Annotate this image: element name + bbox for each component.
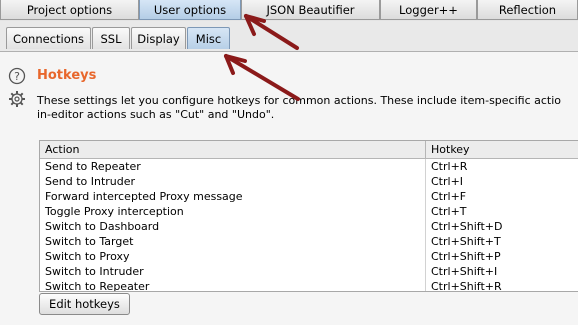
hotkey-cell: Ctrl+Shift+P	[431, 250, 501, 263]
subtab-display[interactable]: Display	[131, 27, 186, 49]
table-row[interactable]: Switch to Proxy Ctrl+Shift+P	[40, 249, 578, 264]
action-cell: Toggle Proxy interception	[40, 204, 426, 219]
action-cell: Switch to Intruder	[40, 264, 426, 279]
action-cell: Switch to Proxy	[40, 249, 426, 264]
tab-json-beautifier[interactable]: JSON Beautifier	[241, 0, 380, 20]
table-row[interactable]: Switch to Target Ctrl+Shift+T	[40, 234, 578, 249]
table-row[interactable]: Switch to Intruder Ctrl+Shift+I	[40, 264, 578, 279]
tab-label: JSON Beautifier	[266, 2, 355, 17]
hotkey-cell: Ctrl+F	[431, 190, 467, 203]
action-cell: Send to Intruder	[40, 174, 426, 189]
table-row[interactable]: Toggle Proxy interception Ctrl+T	[40, 204, 578, 219]
tab-label: Reflection	[498, 2, 557, 17]
help-circle-icon[interactable]: ?	[8, 67, 26, 85]
table-row[interactable]: Send to Repeater Ctrl+R	[40, 159, 578, 174]
svg-text:?: ?	[14, 70, 20, 83]
tab-user-options[interactable]: User options	[139, 0, 241, 20]
hotkey-cell: Ctrl+R	[431, 160, 468, 173]
table-header: Action Hotkey	[40, 141, 578, 159]
description-line: in-editor actions such as "Cut" and "Und…	[37, 108, 275, 121]
tab-logger-plus-plus[interactable]: Logger++	[380, 0, 477, 20]
section-title: Hotkeys	[37, 68, 97, 83]
tab-reflection[interactable]: Reflection	[477, 0, 578, 20]
hotkey-cell: Ctrl+T	[431, 205, 467, 218]
action-cell: Send to Repeater	[40, 159, 426, 174]
hotkeys-table[interactable]: Action Hotkey Send to Repeater Ctrl+R Sen…	[39, 140, 578, 292]
hotkey-cell: Ctrl+Shift+T	[431, 235, 501, 248]
subtab-label: Connections	[12, 31, 85, 46]
subtab-connections[interactable]: Connections	[6, 27, 91, 49]
action-cell: Switch to Dashboard	[40, 219, 426, 234]
column-header-action[interactable]: Action	[40, 141, 426, 158]
hotkey-cell: Ctrl+Shift+R	[431, 280, 502, 292]
section-description: These settings let you configure hotkeys…	[37, 94, 578, 122]
description-line: These settings let you configure hotkeys…	[37, 94, 562, 107]
subtab-ssl[interactable]: SSL	[92, 27, 130, 49]
table-row[interactable]: Switch to Dashboard Ctrl+Shift+D	[40, 219, 578, 234]
subtab-label: Misc	[195, 31, 222, 46]
subtab-label: Display	[137, 31, 180, 46]
action-cell: Switch to Repeater	[40, 279, 426, 291]
hotkey-cell: Ctrl+I	[431, 175, 464, 188]
misc-settings-panel: ? Hotkeys These settings let you configu…	[0, 52, 578, 325]
hotkey-cell: Ctrl+Shift+D	[431, 220, 503, 233]
table-row[interactable]: Forward intercepted Proxy message Ctrl+F	[40, 189, 578, 204]
hotkey-cell: Ctrl+Shift+I	[431, 265, 498, 278]
column-header-hotkey[interactable]: Hotkey	[426, 141, 578, 158]
action-cell: Forward intercepted Proxy message	[40, 189, 426, 204]
table-row[interactable]: Switch to Repeater Ctrl+Shift+R	[40, 279, 578, 292]
gear-icon[interactable]	[8, 90, 26, 108]
subtab-label: SSL	[100, 31, 122, 46]
tab-label: Logger++	[399, 2, 458, 17]
tab-label: User options	[153, 2, 227, 17]
table-row[interactable]: Send to Intruder Ctrl+I	[40, 174, 578, 189]
tab-project-options[interactable]: Project options	[0, 0, 139, 20]
sub-tab-bar: Connections SSL Display Misc	[0, 21, 578, 52]
tab-label: Project options	[26, 2, 113, 17]
top-tab-bar: Project options User options JSON Beauti…	[0, 0, 578, 22]
action-cell: Switch to Target	[40, 234, 426, 249]
edit-hotkeys-button[interactable]: Edit hotkeys	[39, 293, 130, 315]
subtab-misc[interactable]: Misc	[187, 27, 230, 49]
